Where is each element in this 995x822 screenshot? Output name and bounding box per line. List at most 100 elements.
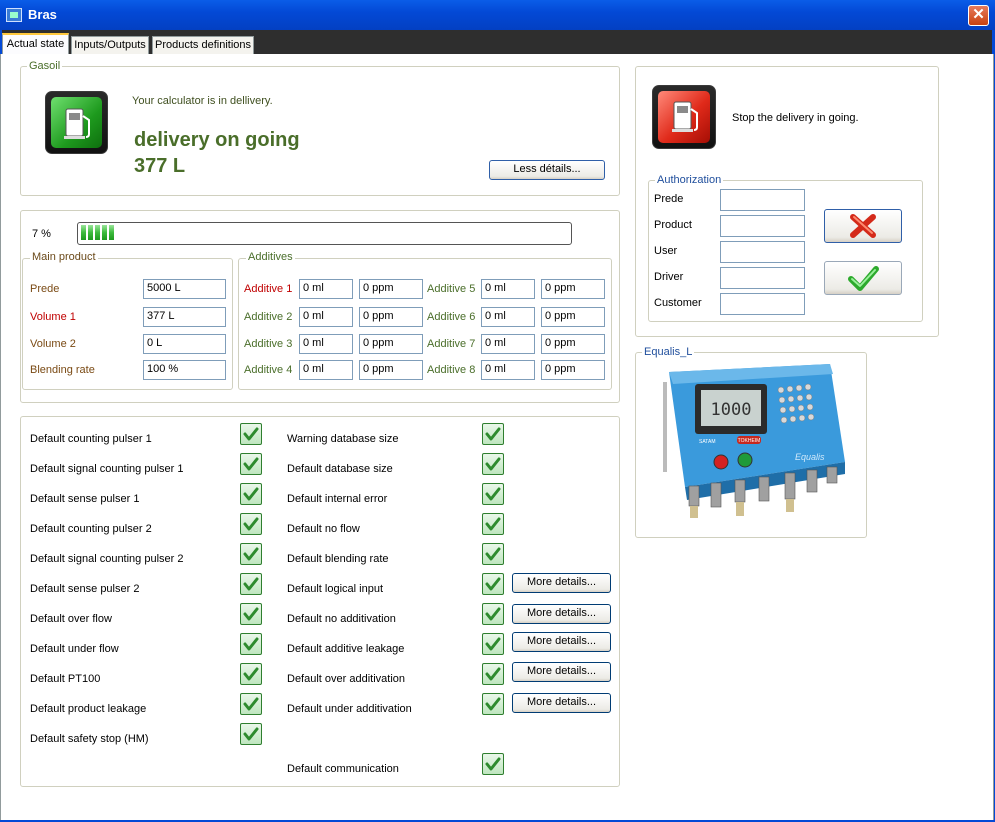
auth-user-input[interactable] [720, 241, 805, 263]
volume1-value: 377 L [143, 307, 226, 327]
default-status-checkbox [240, 573, 262, 595]
additive-1-ml: 0 ml [299, 279, 353, 299]
default-left-label: Default product leakage [30, 703, 147, 715]
green-check-icon [243, 697, 259, 711]
auth-driver-label: Driver [654, 271, 684, 283]
device-legend: Equalis_L [642, 346, 695, 358]
tab-products-definitions[interactable]: Products definitions [152, 36, 254, 54]
default-right-label: Default blending rate [287, 553, 389, 565]
auth-user-label: User [654, 245, 678, 257]
auth-customer-label: Customer [654, 297, 702, 309]
window-title: Bras [28, 7, 57, 22]
default-right-label: Default communication [287, 763, 399, 775]
additive-8-label: Additive 8 [427, 364, 476, 376]
auth-driver-input[interactable] [720, 267, 805, 289]
additive-3-ml: 0 ml [299, 334, 353, 354]
auth-prede-input[interactable] [720, 189, 805, 211]
additive-2-ppm: 0 ppm [359, 307, 423, 327]
progress-segment [102, 225, 107, 240]
blending-rate-value: 100 % [143, 360, 226, 380]
progress-segment [95, 225, 100, 240]
default-status-checkbox [482, 603, 504, 625]
additive-4-ml: 0 ml [299, 360, 353, 380]
green-check-icon [243, 517, 259, 531]
additive-1-label: Additive 1 [244, 283, 293, 295]
default-right-label: Default over additivation [287, 673, 406, 685]
auth-customer-input[interactable] [720, 293, 805, 315]
additive-3-ppm: 0 ppm [359, 334, 423, 354]
app-icon [6, 8, 22, 22]
green-check-icon [243, 457, 259, 471]
green-check-icon [485, 487, 501, 501]
stop-delivery-button[interactable] [652, 85, 716, 149]
default-status-checkbox [240, 723, 262, 745]
green-check-icon [243, 487, 259, 501]
less-details-button[interactable]: Less détails... [489, 160, 605, 180]
default-status-checkbox [482, 663, 504, 685]
default-left-label: Default counting pulser 1 [30, 433, 152, 445]
default-status-checkbox [482, 753, 504, 775]
equalis-device-image: 1000 SATAM TOKHEIM Equalis [655, 362, 850, 530]
delivered-volume: 377 L [134, 155, 186, 177]
delivery-headline: delivery on going [134, 129, 300, 151]
delivery-progress-bar [77, 222, 572, 245]
prede-value: 5000 L [143, 279, 226, 299]
tab-inputs-outputs[interactable]: Inputs/Outputs [71, 36, 149, 54]
additive-8-ml: 0 ml [481, 360, 535, 380]
auth-prede-label: Prede [654, 193, 684, 205]
volume1-label: Volume 1 [30, 311, 76, 323]
fuel-pump-icon [45, 91, 108, 154]
green-check-icon [485, 667, 501, 681]
title-bar[interactable] [0, 0, 995, 30]
more-details-button[interactable]: More details... [512, 573, 611, 593]
more-details-button[interactable]: More details... [512, 693, 611, 713]
default-status-checkbox [482, 453, 504, 475]
progress-segment [109, 225, 114, 240]
default-status-checkbox [240, 483, 262, 505]
auth-product-input[interactable] [720, 215, 805, 237]
additive-1-ppm: 0 ppm [359, 279, 423, 299]
default-status-checkbox [482, 543, 504, 565]
default-right-label: Default additive leakage [287, 643, 405, 655]
default-status-checkbox [240, 513, 262, 535]
more-details-button[interactable]: More details... [512, 604, 611, 624]
green-check-icon [485, 517, 501, 531]
additive-2-label: Additive 2 [244, 311, 293, 323]
red-x-icon [850, 214, 876, 238]
gasoil-status-text: Your calculator is in dellivery. [132, 95, 273, 107]
additive-6-label: Additive 6 [427, 311, 476, 323]
additive-6-ml: 0 ml [481, 307, 535, 327]
stop-delivery-text: Stop the delivery in going. [732, 112, 859, 124]
device-display-value: 1000 [711, 400, 752, 420]
default-left-label: Default PT100 [30, 673, 101, 685]
default-left-label: Default over flow [30, 613, 112, 625]
green-check-icon [243, 667, 259, 681]
additive-7-ml: 0 ml [481, 334, 535, 354]
additive-8-ppm: 0 ppm [541, 360, 605, 380]
additive-5-ppm: 0 ppm [541, 279, 605, 299]
more-details-button[interactable]: More details... [512, 662, 611, 682]
progress-segment [81, 225, 86, 240]
default-right-label: Default no flow [287, 523, 360, 535]
main-product-legend: Main product [30, 251, 98, 263]
cancel-authorization-button[interactable] [824, 209, 902, 243]
green-check-icon [485, 637, 501, 651]
default-status-checkbox [240, 663, 262, 685]
green-check-icon [243, 427, 259, 441]
green-check-icon [485, 547, 501, 561]
default-status-checkbox [482, 633, 504, 655]
more-details-button[interactable]: More details... [512, 632, 611, 652]
validate-authorization-button[interactable] [824, 261, 902, 295]
stop-fuel-pump-icon [672, 101, 698, 132]
green-check-icon [485, 697, 501, 711]
additive-7-ppm: 0 ppm [541, 334, 605, 354]
default-status-checkbox [240, 693, 262, 715]
green-check-icon [485, 577, 501, 591]
default-right-label: Default under additivation [287, 703, 412, 715]
volume2-label: Volume 2 [30, 338, 76, 350]
tab-actual-state[interactable]: Actual state [2, 33, 69, 55]
auth-product-label: Product [654, 219, 692, 231]
default-left-label: Default counting pulser 2 [30, 523, 152, 535]
close-button[interactable]: ✕ [968, 5, 989, 26]
default-right-label: Default database size [287, 463, 393, 475]
